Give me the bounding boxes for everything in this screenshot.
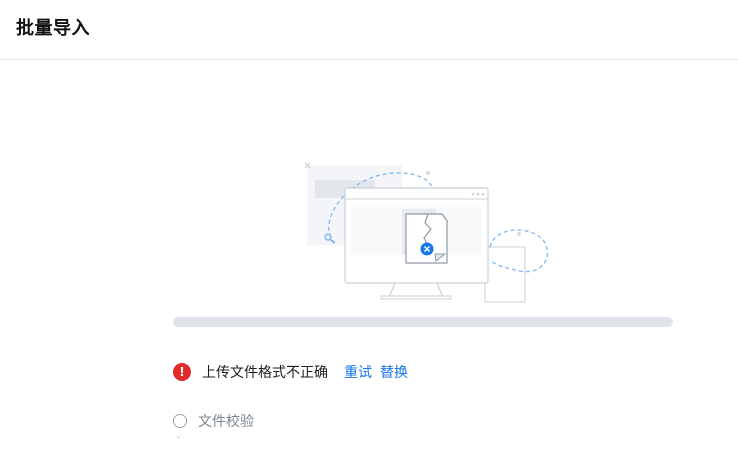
upload-progress-bar (173, 317, 673, 327)
upload-status-row: ! 上传文件格式不正确 重试 替换 (173, 360, 416, 384)
page-header: 批量导入 (0, 0, 738, 60)
upload-error-text: 上传文件格式不正确 (202, 365, 328, 381)
file-check-label: 文件校验 (198, 414, 254, 430)
broken-file-monitor-icon (304, 162, 548, 303)
retry-link[interactable]: 重试 (344, 362, 372, 382)
error-icon: ! (173, 363, 191, 381)
decorative-dot (177, 436, 180, 439)
replace-link[interactable]: 替换 (380, 362, 408, 382)
file-check-step: 文件校验 (173, 410, 254, 432)
radio-circle-icon (173, 414, 187, 428)
page-title: 批量导入 (16, 18, 90, 39)
